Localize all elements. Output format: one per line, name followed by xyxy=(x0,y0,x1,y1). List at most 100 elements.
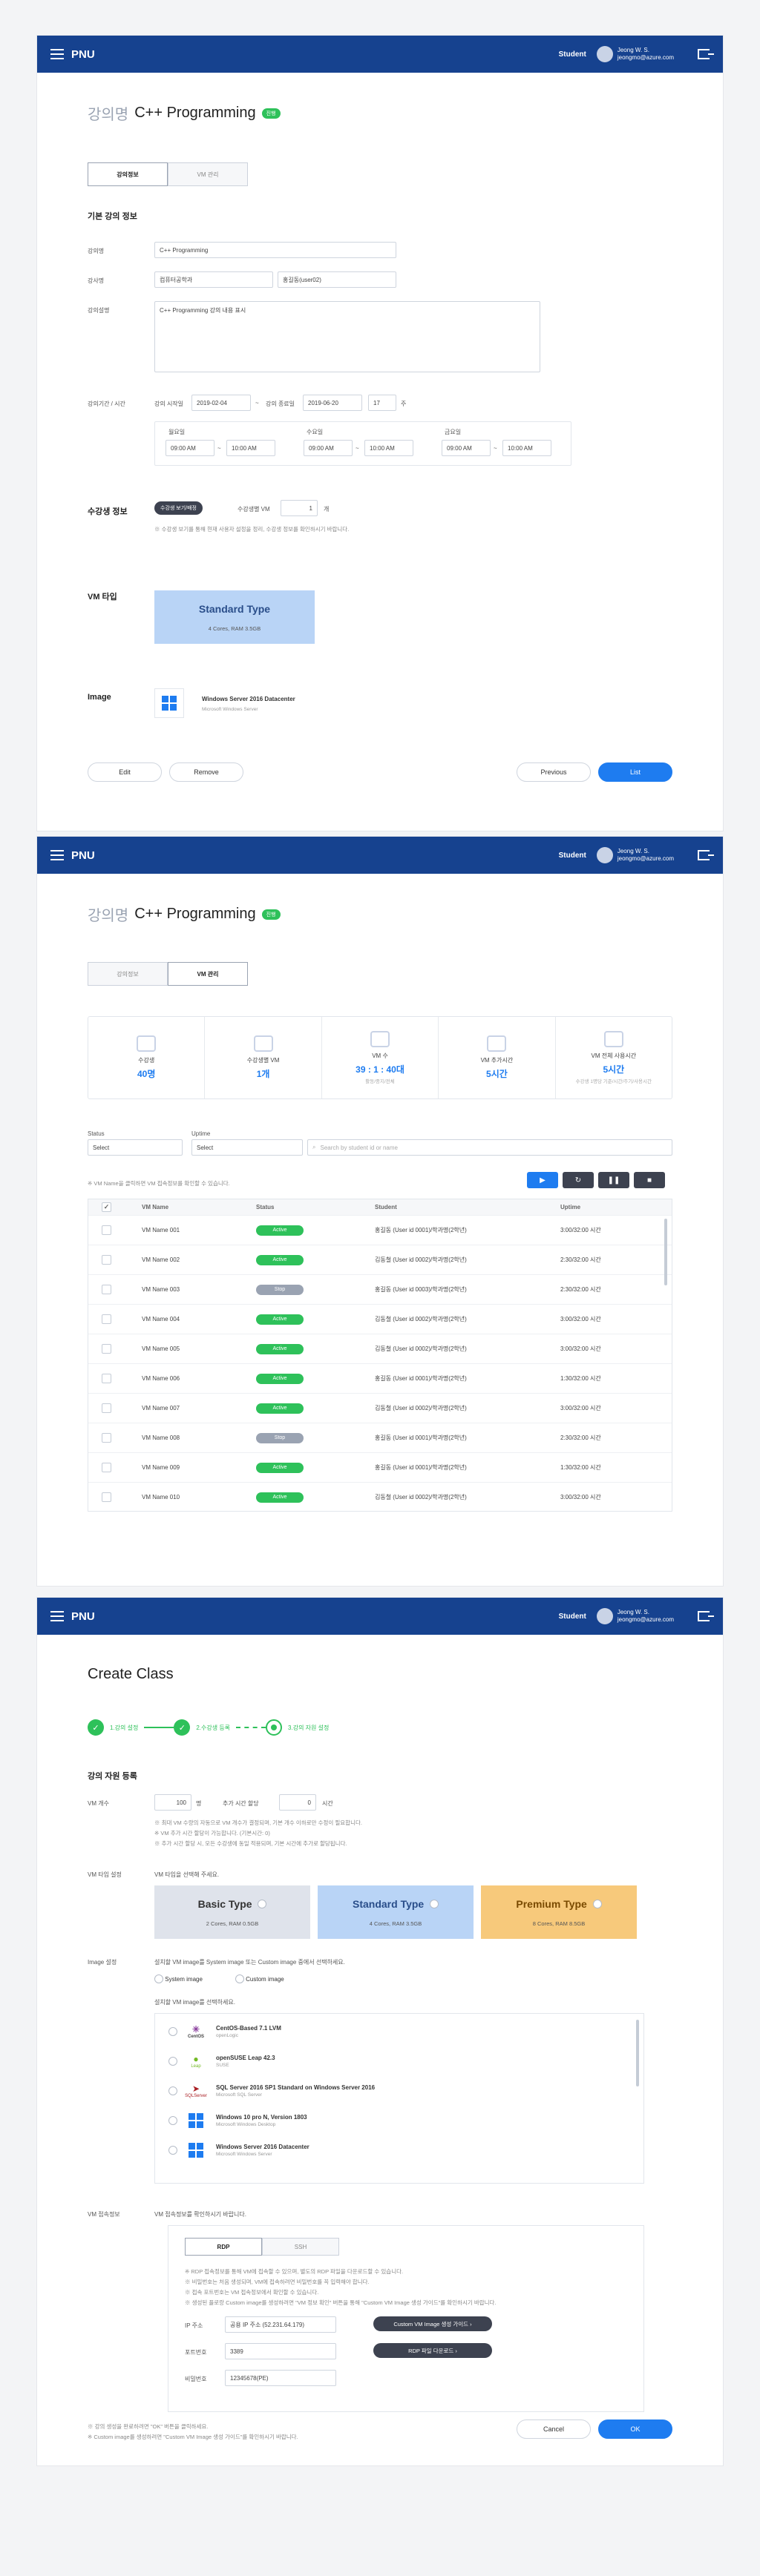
uptime-filter-select[interactable]: Select xyxy=(191,1139,303,1156)
image-radio[interactable] xyxy=(168,2116,177,2125)
logout-icon[interactable] xyxy=(698,850,714,860)
image-radio[interactable] xyxy=(168,2146,177,2155)
table-row[interactable]: VM Name 008 Stop 홍길동 (User id 0001)/학과명(2학… xyxy=(88,1423,672,1453)
port-field[interactable]: 3389 xyxy=(225,2343,336,2359)
vm-name[interactable]: VM Name 002 xyxy=(142,1256,256,1263)
search-input[interactable]: ⌕ Search by student id or name xyxy=(307,1139,672,1156)
table-scrollbar[interactable] xyxy=(664,1219,667,1285)
vm-name[interactable]: VM Name 001 xyxy=(142,1227,256,1233)
weeks-field[interactable]: 17 xyxy=(368,395,396,411)
col-student[interactable]: Student xyxy=(375,1204,560,1210)
day-to-field[interactable]: 10:00 AM xyxy=(502,440,551,456)
password-field[interactable]: 12345678(PE) xyxy=(225,2370,336,2386)
vm-name[interactable]: VM Name 005 xyxy=(142,1345,256,1352)
image-option[interactable]: ✳ CentOS CentOS-Based 7.1 LVM openLogic xyxy=(155,2017,643,2046)
extra-time-field[interactable]: 0 xyxy=(279,1794,316,1811)
row-checkbox[interactable] xyxy=(102,1492,111,1502)
row-checkbox[interactable] xyxy=(102,1255,111,1265)
delete-vm-button[interactable]: ■ xyxy=(634,1172,665,1188)
col-status[interactable]: Status xyxy=(256,1204,375,1210)
menu-icon[interactable] xyxy=(50,1611,64,1621)
image-radio[interactable] xyxy=(168,2086,177,2095)
custom-image-guide-button[interactable]: Custom VM Image 생성 가이드 › xyxy=(373,2316,492,2331)
table-row[interactable]: VM Name 003 Stop 홍길동 (User id 0003)/학과명(2학… xyxy=(88,1275,672,1305)
vm-type-basic[interactable]: Basic Type 2 Cores, RAM 0.5GB xyxy=(154,1885,310,1939)
select-all-checkbox[interactable]: ✓ xyxy=(102,1202,111,1212)
vm-type-radio[interactable] xyxy=(258,1899,267,1908)
table-row[interactable]: VM Name 009 Active 홍길동 (User id 0001)/학과명(… xyxy=(88,1453,672,1483)
table-row[interactable]: VM Name 001 Active 홍길동 (User id 0001)/학과명(… xyxy=(88,1216,672,1245)
row-checkbox[interactable] xyxy=(102,1285,111,1294)
course-name-field[interactable]: C++ Programming xyxy=(154,242,396,258)
table-row[interactable]: VM Name 010 Active 김동철 (User id 0002)/학과명(… xyxy=(88,1483,672,1511)
vm-name[interactable]: VM Name 009 xyxy=(142,1464,256,1471)
end-date-field[interactable]: 2019-06-20 xyxy=(303,395,362,411)
vm-name[interactable]: VM Name 004 xyxy=(142,1316,256,1322)
day-to-field[interactable]: 10:00 AM xyxy=(226,440,275,456)
day-from-field[interactable]: 09:00 AM xyxy=(442,440,491,456)
day-from-field[interactable]: 09:00 AM xyxy=(304,440,353,456)
restart-vm-button[interactable]: ↻ xyxy=(563,1172,594,1188)
row-checkbox[interactable] xyxy=(102,1374,111,1383)
status-filter-select[interactable]: Select xyxy=(88,1139,183,1156)
start-date-field[interactable]: 2019-02-04 xyxy=(191,395,251,411)
image-radio[interactable] xyxy=(168,2057,177,2066)
tab-vm-manage[interactable]: VM 관리 xyxy=(168,962,248,986)
tab-course-info[interactable]: 강의정보 xyxy=(88,962,168,986)
vm-name[interactable]: VM Name 007 xyxy=(142,1405,256,1411)
logout-icon[interactable] xyxy=(698,1611,714,1621)
custom-image-radio[interactable] xyxy=(235,1974,244,1983)
view-students-button[interactable]: 수강생 보기/배정 xyxy=(154,501,203,515)
ip-field[interactable]: 공용 IP 주소 (52.231.64.179) xyxy=(225,2316,336,2333)
col-vm-name[interactable]: VM Name xyxy=(142,1204,256,1210)
vm-per-student-field[interactable]: 1 xyxy=(281,500,318,516)
vm-type-radio[interactable] xyxy=(592,1899,602,1908)
tab-rdp[interactable]: RDP xyxy=(185,2238,262,2256)
image-radio[interactable] xyxy=(168,2027,177,2036)
tab-ssh[interactable]: SSH xyxy=(262,2238,339,2256)
menu-icon[interactable] xyxy=(50,850,64,860)
vm-type-standard[interactable]: Standard Type 4 Cores, RAM 3.5GB xyxy=(318,1885,474,1939)
day-to-field[interactable]: 10:00 AM xyxy=(364,440,413,456)
tab-vm-manage[interactable]: VM 관리 xyxy=(168,162,248,186)
system-image-radio[interactable] xyxy=(154,1974,163,1983)
logout-icon[interactable] xyxy=(698,49,714,59)
menu-icon[interactable] xyxy=(50,49,64,59)
vm-type-premium[interactable]: Premium Type 8 Cores, RAM 8.5GB xyxy=(481,1885,637,1939)
start-vm-button[interactable]: ▶ xyxy=(527,1172,558,1188)
list-button[interactable]: List xyxy=(598,762,672,782)
instructor-field[interactable]: 홍길동(user02) xyxy=(278,271,396,288)
vm-name[interactable]: VM Name 003 xyxy=(142,1286,256,1293)
avatar[interactable] xyxy=(596,1608,613,1624)
vm-type-radio[interactable] xyxy=(429,1899,439,1908)
image-list-scrollbar[interactable] xyxy=(636,2020,639,2086)
desc-field[interactable]: C++ Programming 강의 내용 표시 xyxy=(154,301,540,372)
image-option[interactable]: Windows 10 pro N, Version 1803 Microsoft … xyxy=(155,2106,643,2135)
table-row[interactable]: VM Name 004 Active 김동철 (User id 0002)/학과명(… xyxy=(88,1305,672,1334)
image-option[interactable]: ➤ SQLServer SQL Server 2016 SP1 Standard o… xyxy=(155,2076,643,2106)
previous-button[interactable]: Previous xyxy=(517,762,591,782)
ok-button[interactable]: OK xyxy=(598,2419,672,2439)
table-row[interactable]: VM Name 005 Active 김동철 (User id 0002)/학과명(… xyxy=(88,1334,672,1364)
avatar[interactable] xyxy=(596,46,613,62)
tab-course-info[interactable]: 강의정보 xyxy=(88,162,168,186)
cancel-button[interactable]: Cancel xyxy=(517,2419,591,2439)
rdp-download-button[interactable]: RDP 파일 다운로드 › xyxy=(373,2343,492,2358)
remove-button[interactable]: Remove xyxy=(169,762,243,782)
avatar[interactable] xyxy=(596,847,613,863)
day-from-field[interactable]: 09:00 AM xyxy=(166,440,214,456)
row-checkbox[interactable] xyxy=(102,1344,111,1354)
image-option[interactable]: ● Leap openSUSE Leap 42.3 SUSE xyxy=(155,2046,643,2076)
image-option[interactable]: Windows Server 2016 Datacenter Microsoft … xyxy=(155,2135,643,2165)
row-checkbox[interactable] xyxy=(102,1403,111,1413)
row-checkbox[interactable] xyxy=(102,1463,111,1472)
table-row[interactable]: VM Name 002 Active 김동철 (User id 0002)/학과명(… xyxy=(88,1245,672,1275)
row-checkbox[interactable] xyxy=(102,1314,111,1324)
row-checkbox[interactable] xyxy=(102,1225,111,1235)
vm-name[interactable]: VM Name 006 xyxy=(142,1375,256,1382)
table-row[interactable]: VM Name 007 Active 김동철 (User id 0002)/학과명(… xyxy=(88,1394,672,1423)
vm-name[interactable]: VM Name 008 xyxy=(142,1434,256,1441)
row-checkbox[interactable] xyxy=(102,1433,111,1443)
edit-button[interactable]: Edit xyxy=(88,762,162,782)
vm-name[interactable]: VM Name 010 xyxy=(142,1494,256,1501)
